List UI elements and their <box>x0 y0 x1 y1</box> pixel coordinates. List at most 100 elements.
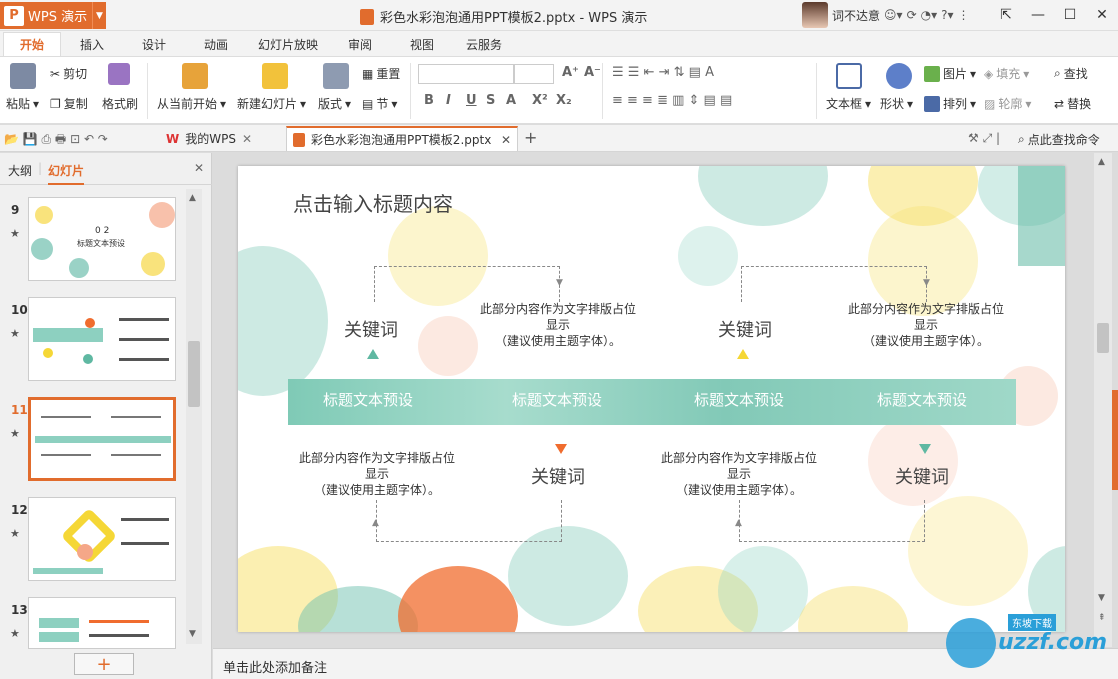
reset-button[interactable]: ▦ 重置 <box>362 65 400 82</box>
body-text[interactable]: 此部分内容作为文字排版占位 显示 （建议使用主题字体）。 <box>473 301 643 349</box>
font-color-button[interactable]: A <box>506 93 516 108</box>
keyword-label[interactable]: 关键词 <box>344 316 398 342</box>
keyword-label[interactable]: 关键词 <box>531 463 585 489</box>
tab-review[interactable]: 审阅 <box>348 36 372 53</box>
tab-cloud[interactable]: 云服务 <box>466 36 502 53</box>
layout-icon[interactable] <box>323 63 349 89</box>
tab-slideshow[interactable]: 幻灯片放映 <box>258 36 318 53</box>
font-size-select[interactable] <box>514 64 554 84</box>
bold-button[interactable]: B <box>424 93 434 108</box>
quick-access-icons[interactable]: 📂 💾 ⎙ 🖶 ⊡ ↶ ↷ <box>4 130 108 151</box>
align-icons[interactable]: ≡ ≡ ≡ ≣ ▥ ⇕ ▤ ▤ <box>612 93 732 108</box>
slide-thumbnail-9[interactable]: 0 2 标题文本预设 <box>28 197 176 281</box>
font-grow-icon[interactable]: A⁺ <box>562 65 579 80</box>
slide-canvas[interactable]: 点击输入标题内容 ▼ ▼ 关键词 此部分内容作为文字排版占位 显示 （建议使用主题字… <box>238 166 1065 632</box>
notes-placeholder[interactable]: 单击此处添加备注 <box>223 657 327 676</box>
close-button[interactable]: ✕ <box>1086 0 1118 30</box>
user-name[interactable]: 词不达意 <box>832 7 880 24</box>
wps-app-menu-button[interactable]: P WPS 演示 ▼ <box>0 2 106 29</box>
subscript-button[interactable]: X₂ <box>556 93 572 108</box>
close-icon[interactable]: ✕ <box>242 132 252 146</box>
keyword-label[interactable]: 关键词 <box>718 316 772 342</box>
body-text[interactable]: 此部分内容作为文字排版占位 显示 （建议使用主题字体）。 <box>654 450 824 498</box>
slide-thumbnail-10[interactable] <box>28 297 176 381</box>
section-button[interactable]: ▤ 节 ▾ <box>362 95 397 112</box>
minimize-button[interactable]: — <box>1022 0 1054 30</box>
skin-icon[interactable]: ☺▾ <box>884 8 903 22</box>
font-name-select[interactable] <box>418 64 514 84</box>
slide-title[interactable]: 点击输入标题内容 <box>293 188 453 217</box>
bullets-icon[interactable]: ☰ ☰ ⇤ ⇥ ⇅ ▤ A <box>612 65 714 80</box>
body-text[interactable]: 此部分内容作为文字排版占位 显示 （建议使用主题字体）。 <box>841 301 1011 349</box>
add-slide-button[interactable]: + <box>74 653 134 675</box>
outline-button[interactable]: ▨ 轮廓 ▾ <box>984 95 1031 112</box>
command-search[interactable]: ⌕ 点此查找命令 <box>1018 131 1100 148</box>
slide-thumbnail-13[interactable] <box>28 597 176 649</box>
from-current-button[interactable]: 从当前开始 ▾ <box>157 95 226 112</box>
maximize-button[interactable]: ☐ <box>1054 0 1086 30</box>
underline-button[interactable]: U <box>466 93 477 108</box>
shape-icon[interactable] <box>886 63 912 89</box>
tab-insert[interactable]: 插入 <box>80 36 104 53</box>
format-painter-button[interactable]: 格式刷 <box>102 95 138 112</box>
slides-scrollbar[interactable]: ▲ ▼ <box>186 189 202 644</box>
avatar[interactable] <box>802 2 828 28</box>
band-label[interactable]: 标题文本预设 <box>694 389 784 410</box>
tab-animation[interactable]: 动画 <box>204 36 228 53</box>
layout-button[interactable]: 版式 ▾ <box>318 95 351 112</box>
tab-design[interactable]: 设计 <box>142 36 166 53</box>
keyword-label[interactable]: 关键词 <box>895 463 949 489</box>
picture-button[interactable]: 图片 ▾ <box>924 65 976 82</box>
copy-button[interactable]: ❐ 复制 <box>50 95 88 112</box>
more-icon[interactable]: ⋮ <box>958 8 970 22</box>
close-icon[interactable]: ✕ <box>194 161 204 175</box>
shape-button[interactable]: 形状 ▾ <box>880 95 913 112</box>
fullscreen-icon[interactable]: ⇱ <box>990 0 1022 30</box>
fill-button[interactable]: ◈ 填充 ▾ <box>984 65 1029 82</box>
side-handle[interactable] <box>1112 390 1118 490</box>
play-from-current-icon[interactable] <box>182 63 208 89</box>
cut-button[interactable]: ✂ 剪切 <box>50 65 87 82</box>
tab-outline[interactable]: 大纲 <box>8 162 32 179</box>
replace-button[interactable]: ⇄ 替换 <box>1054 95 1091 112</box>
paste-icon[interactable] <box>10 63 36 89</box>
user-area[interactable]: 词不达意 ☺▾ ⟳ ◔▾ ?▾ ⋮ <box>802 2 970 28</box>
new-slide-icon[interactable] <box>262 63 288 89</box>
scroll-thumb[interactable] <box>1097 323 1109 353</box>
tab-document[interactable]: 彩色水彩泡泡通用PPT模板2.pptx ✕ <box>286 126 518 151</box>
slide-thumbnail-11-selected[interactable] <box>28 397 176 481</box>
paste-button[interactable]: 粘贴 ▾ <box>6 95 39 112</box>
new-tab-plus-icon[interactable]: + <box>524 128 537 147</box>
help-icon[interactable]: ?▾ <box>941 8 953 22</box>
chevron-down-icon[interactable]: ▼ <box>92 2 106 29</box>
italic-button[interactable]: I <box>446 93 451 108</box>
font-shrink-icon[interactable]: A⁻ <box>584 65 601 80</box>
superscript-button[interactable]: X² <box>532 93 548 108</box>
sync-icon[interactable]: ◔▾ <box>921 8 938 22</box>
new-slide-button[interactable]: 新建幻灯片 ▾ <box>237 95 306 112</box>
find-button[interactable]: ⌕ 查找 <box>1054 65 1088 82</box>
star-icon: ★ <box>10 427 20 440</box>
tab-mywps[interactable]: W 我的WPS ✕ <box>166 126 252 151</box>
connector <box>741 266 927 302</box>
tab-start[interactable]: 开始 <box>3 32 61 56</box>
format-painter-icon[interactable] <box>108 63 130 85</box>
tab-view[interactable]: 视图 <box>410 36 434 53</box>
band-label[interactable]: 标题文本预设 <box>323 389 413 410</box>
share-icon[interactable]: ⟳ <box>907 8 917 22</box>
band-label[interactable]: 标题文本预设 <box>877 389 967 410</box>
copy-icon: ❐ <box>50 96 61 111</box>
body-text[interactable]: 此部分内容作为文字排版占位 显示 （建议使用主题字体）。 <box>292 450 462 498</box>
textbox-button[interactable]: 文本框 ▾ <box>826 95 871 112</box>
toolbar-icons[interactable]: ⚒ ⤢ | <box>968 131 1000 146</box>
strikethrough-button[interactable]: S <box>486 93 495 108</box>
tab-slides[interactable]: 幻灯片 <box>48 162 85 185</box>
canvas-scrollbar[interactable]: ▲ ▼ ⇞ <box>1094 153 1112 647</box>
band-label[interactable]: 标题文本预设 <box>512 389 602 410</box>
scroll-thumb[interactable] <box>188 341 200 407</box>
arrange-button[interactable]: 排列 ▾ <box>924 95 976 112</box>
divider <box>602 63 603 119</box>
slide-thumbnail-12[interactable] <box>28 497 176 581</box>
textbox-icon[interactable] <box>836 63 862 89</box>
close-icon[interactable]: ✕ <box>501 133 511 147</box>
